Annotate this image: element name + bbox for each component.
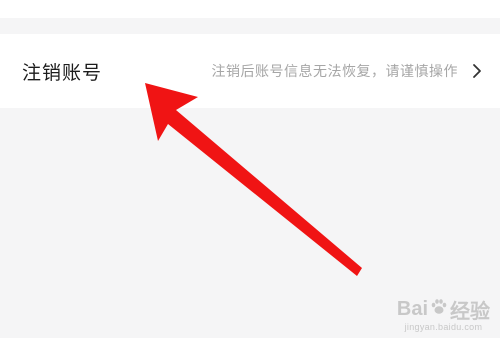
watermark-brand-prefix: Bai bbox=[396, 298, 428, 320]
section-divider bbox=[0, 18, 500, 34]
watermark-brand-suffix: 经验 bbox=[450, 301, 490, 323]
baidu-jingyan-watermark: Bai 经验 jingyan.baidu.com bbox=[397, 295, 490, 332]
cancel-account-description: 注销后账号信息无法恢复，请谨慎操作 bbox=[211, 64, 458, 80]
cancel-account-title: 注销账号 bbox=[22, 61, 103, 84]
top-section-card bbox=[0, 0, 500, 18]
paw-icon bbox=[430, 298, 448, 322]
cancel-account-row[interactable]: 注销账号 注销后账号信息无法恢复，请谨慎操作 bbox=[0, 34, 500, 108]
chevron-right-icon bbox=[470, 62, 484, 80]
watermark-url: jingyan.baidu.com bbox=[404, 322, 483, 332]
